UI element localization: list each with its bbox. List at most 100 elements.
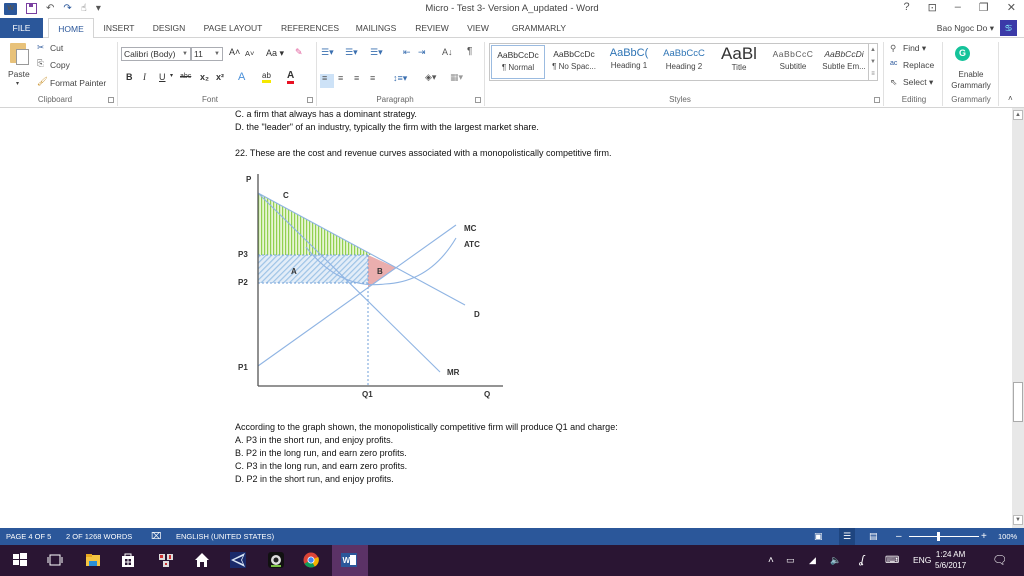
collapse-ribbon-icon[interactable]: ˄ [1008, 94, 1013, 103]
styles-launcher[interactable] [874, 97, 880, 103]
numbering-icon[interactable]: ☰▾ [345, 47, 358, 58]
user-name[interactable]: Bao Ngoc Do ▾ [937, 18, 994, 38]
shrink-font-button[interactable]: A˅ [245, 49, 254, 58]
tab-references[interactable]: REFERENCES [280, 18, 340, 38]
read-mode-icon[interactable]: ▣ [814, 528, 823, 545]
zoom-in-button[interactable]: + [981, 528, 987, 545]
font-size-combo[interactable]: 11 ▼ [191, 47, 223, 61]
scroll-up-icon[interactable]: ▲ [1013, 110, 1023, 120]
close-icon[interactable]: ✕ [1007, 1, 1016, 14]
font-launcher[interactable] [307, 97, 313, 103]
proofing-icon[interactable]: ⌧ [151, 528, 161, 545]
tab-home[interactable]: HOME [48, 18, 94, 39]
tab-view[interactable]: VIEW [463, 18, 493, 38]
strikethrough-button[interactable]: abc [180, 73, 191, 80]
justify-icon[interactable]: ≡ [370, 73, 375, 83]
wifi-icon[interactable]: ◢ [809, 545, 816, 576]
font-name-combo[interactable]: Calibri (Body) ▼ [121, 47, 191, 61]
unikey-icon[interactable] [158, 552, 174, 568]
increase-indent-icon[interactable]: ⇥ [418, 47, 426, 58]
style-heading-1[interactable]: AaBbC( Heading 1 [602, 45, 656, 79]
format-painter-button[interactable]: Format Painter [50, 78, 106, 88]
action-center-icon[interactable]: 🗨 [992, 545, 1007, 576]
show-hidden-icons[interactable]: ˄ [768, 545, 774, 576]
style-subtitle[interactable]: AaBbCcC Subtitle [766, 45, 820, 79]
text-effects-button[interactable]: A [238, 71, 245, 83]
scrollbar-thumb[interactable] [1013, 382, 1023, 422]
style-title[interactable]: AaBl Title [712, 44, 766, 79]
media-app-icon[interactable] [230, 552, 246, 568]
style-subtle-emphasis[interactable]: AaBbCcDi Subtle Em... [820, 45, 868, 79]
cut-button[interactable]: Cut [50, 43, 63, 53]
show-formatting-button[interactable]: ¶ [467, 46, 472, 57]
task-view-icon[interactable] [47, 552, 63, 568]
select-button[interactable]: Select ▾ [903, 77, 933, 88]
replace-button[interactable]: Replace [903, 60, 934, 70]
help-icon[interactable]: ? [903, 1, 909, 14]
subscript-button[interactable]: x₂ [200, 72, 209, 82]
windows-start-icon[interactable] [12, 552, 28, 568]
shading-icon[interactable]: ◈▾ [425, 72, 436, 83]
tab-file[interactable]: FILE [0, 18, 43, 38]
language-indicator[interactable]: ENGLISH (UNITED STATES) [176, 528, 274, 545]
store-icon[interactable] [120, 552, 136, 568]
style-no-spacing[interactable]: AaBbCcDc ¶ No Spac... [547, 45, 601, 79]
vertical-scrollbar[interactable]: ▲ ▼ [1012, 108, 1024, 528]
grow-font-button[interactable]: A˄ [229, 47, 240, 57]
clear-formatting-icon[interactable]: ✎ [295, 47, 303, 58]
home-icon[interactable] [194, 552, 210, 568]
pen-icon[interactable]: ʆ [860, 545, 864, 576]
bold-button[interactable]: B [126, 72, 133, 82]
scroll-up-icon[interactable]: ▲ [869, 44, 877, 56]
ribbon-display-icon[interactable]: ⊡ [928, 1, 937, 14]
multilevel-list-icon[interactable]: ☰▾ [370, 47, 383, 58]
grammarly-icon[interactable]: G [955, 46, 970, 61]
copy-button[interactable]: Copy [50, 60, 70, 70]
zoom-slider[interactable] [909, 536, 979, 537]
battery-icon[interactable]: ▭ [786, 545, 795, 576]
align-center-icon[interactable]: ≡ [338, 73, 343, 83]
clipboard-launcher[interactable] [108, 97, 114, 103]
scroll-down-icon[interactable]: ▼ [1013, 515, 1023, 525]
underline-button[interactable]: U [159, 72, 166, 82]
zoom-slider-thumb[interactable] [937, 532, 940, 541]
page-indicator[interactable]: PAGE 4 OF 5 [6, 528, 51, 545]
find-button[interactable]: Find ▾ [903, 43, 926, 54]
zoom-level[interactable]: 100% [998, 528, 1017, 545]
system-clock[interactable]: 1:24 AM 5/6/2017 [935, 549, 966, 571]
highlight-button[interactable]: ab [262, 71, 271, 83]
borders-icon[interactable]: ▦▾ [450, 72, 463, 83]
bullets-icon[interactable]: ☰▾ [321, 47, 334, 58]
italic-button[interactable]: I [143, 72, 146, 82]
restore-icon[interactable]: ❐ [979, 1, 989, 14]
tab-insert[interactable]: INSERT [100, 18, 138, 38]
change-case-button[interactable]: Aa ▾ [266, 48, 284, 59]
align-right-icon[interactable]: ≡ [354, 73, 359, 83]
web-layout-icon[interactable]: ▤ [869, 528, 878, 545]
camera-app-icon[interactable] [268, 552, 284, 568]
paste-icon[interactable] [10, 43, 29, 65]
tab-design[interactable]: DESIGN [150, 18, 188, 38]
decrease-indent-icon[interactable]: ⇤ [403, 47, 411, 58]
chrome-icon[interactable] [303, 552, 319, 568]
style-heading-2[interactable]: AaBbCcC Heading 2 [656, 45, 712, 79]
underline-dropdown-icon[interactable]: ▾ [170, 72, 173, 79]
word-taskbar-icon[interactable]: W [341, 552, 357, 568]
keyboard-icon[interactable]: ⌨ [885, 545, 899, 576]
zoom-out-button[interactable]: – [896, 528, 902, 545]
tab-review[interactable]: REVIEW [413, 18, 451, 38]
sort-button[interactable]: A↓ [442, 47, 453, 57]
paste-button[interactable]: Paste [8, 69, 30, 79]
paste-dropdown-icon[interactable]: ▾ [16, 80, 19, 87]
avatar[interactable]: ♋ [1000, 20, 1017, 36]
word-count[interactable]: 2 OF 1268 WORDS [66, 528, 132, 545]
document-area[interactable]: C. a firm that always has a dominant str… [0, 108, 1012, 528]
tab-mailings[interactable]: MAILINGS [352, 18, 400, 38]
tab-page-layout[interactable]: PAGE LAYOUT [200, 18, 266, 38]
line-spacing-icon[interactable]: ↕≡▾ [393, 73, 407, 84]
volume-icon[interactable]: 🔈 [830, 545, 841, 576]
enable-grammarly-button[interactable]: Enable Grammarly [946, 69, 996, 91]
superscript-button[interactable]: x² [216, 72, 224, 82]
styles-scroll[interactable]: ▲ ▼ ≡ [868, 44, 877, 80]
font-color-button[interactable]: A [287, 71, 295, 84]
